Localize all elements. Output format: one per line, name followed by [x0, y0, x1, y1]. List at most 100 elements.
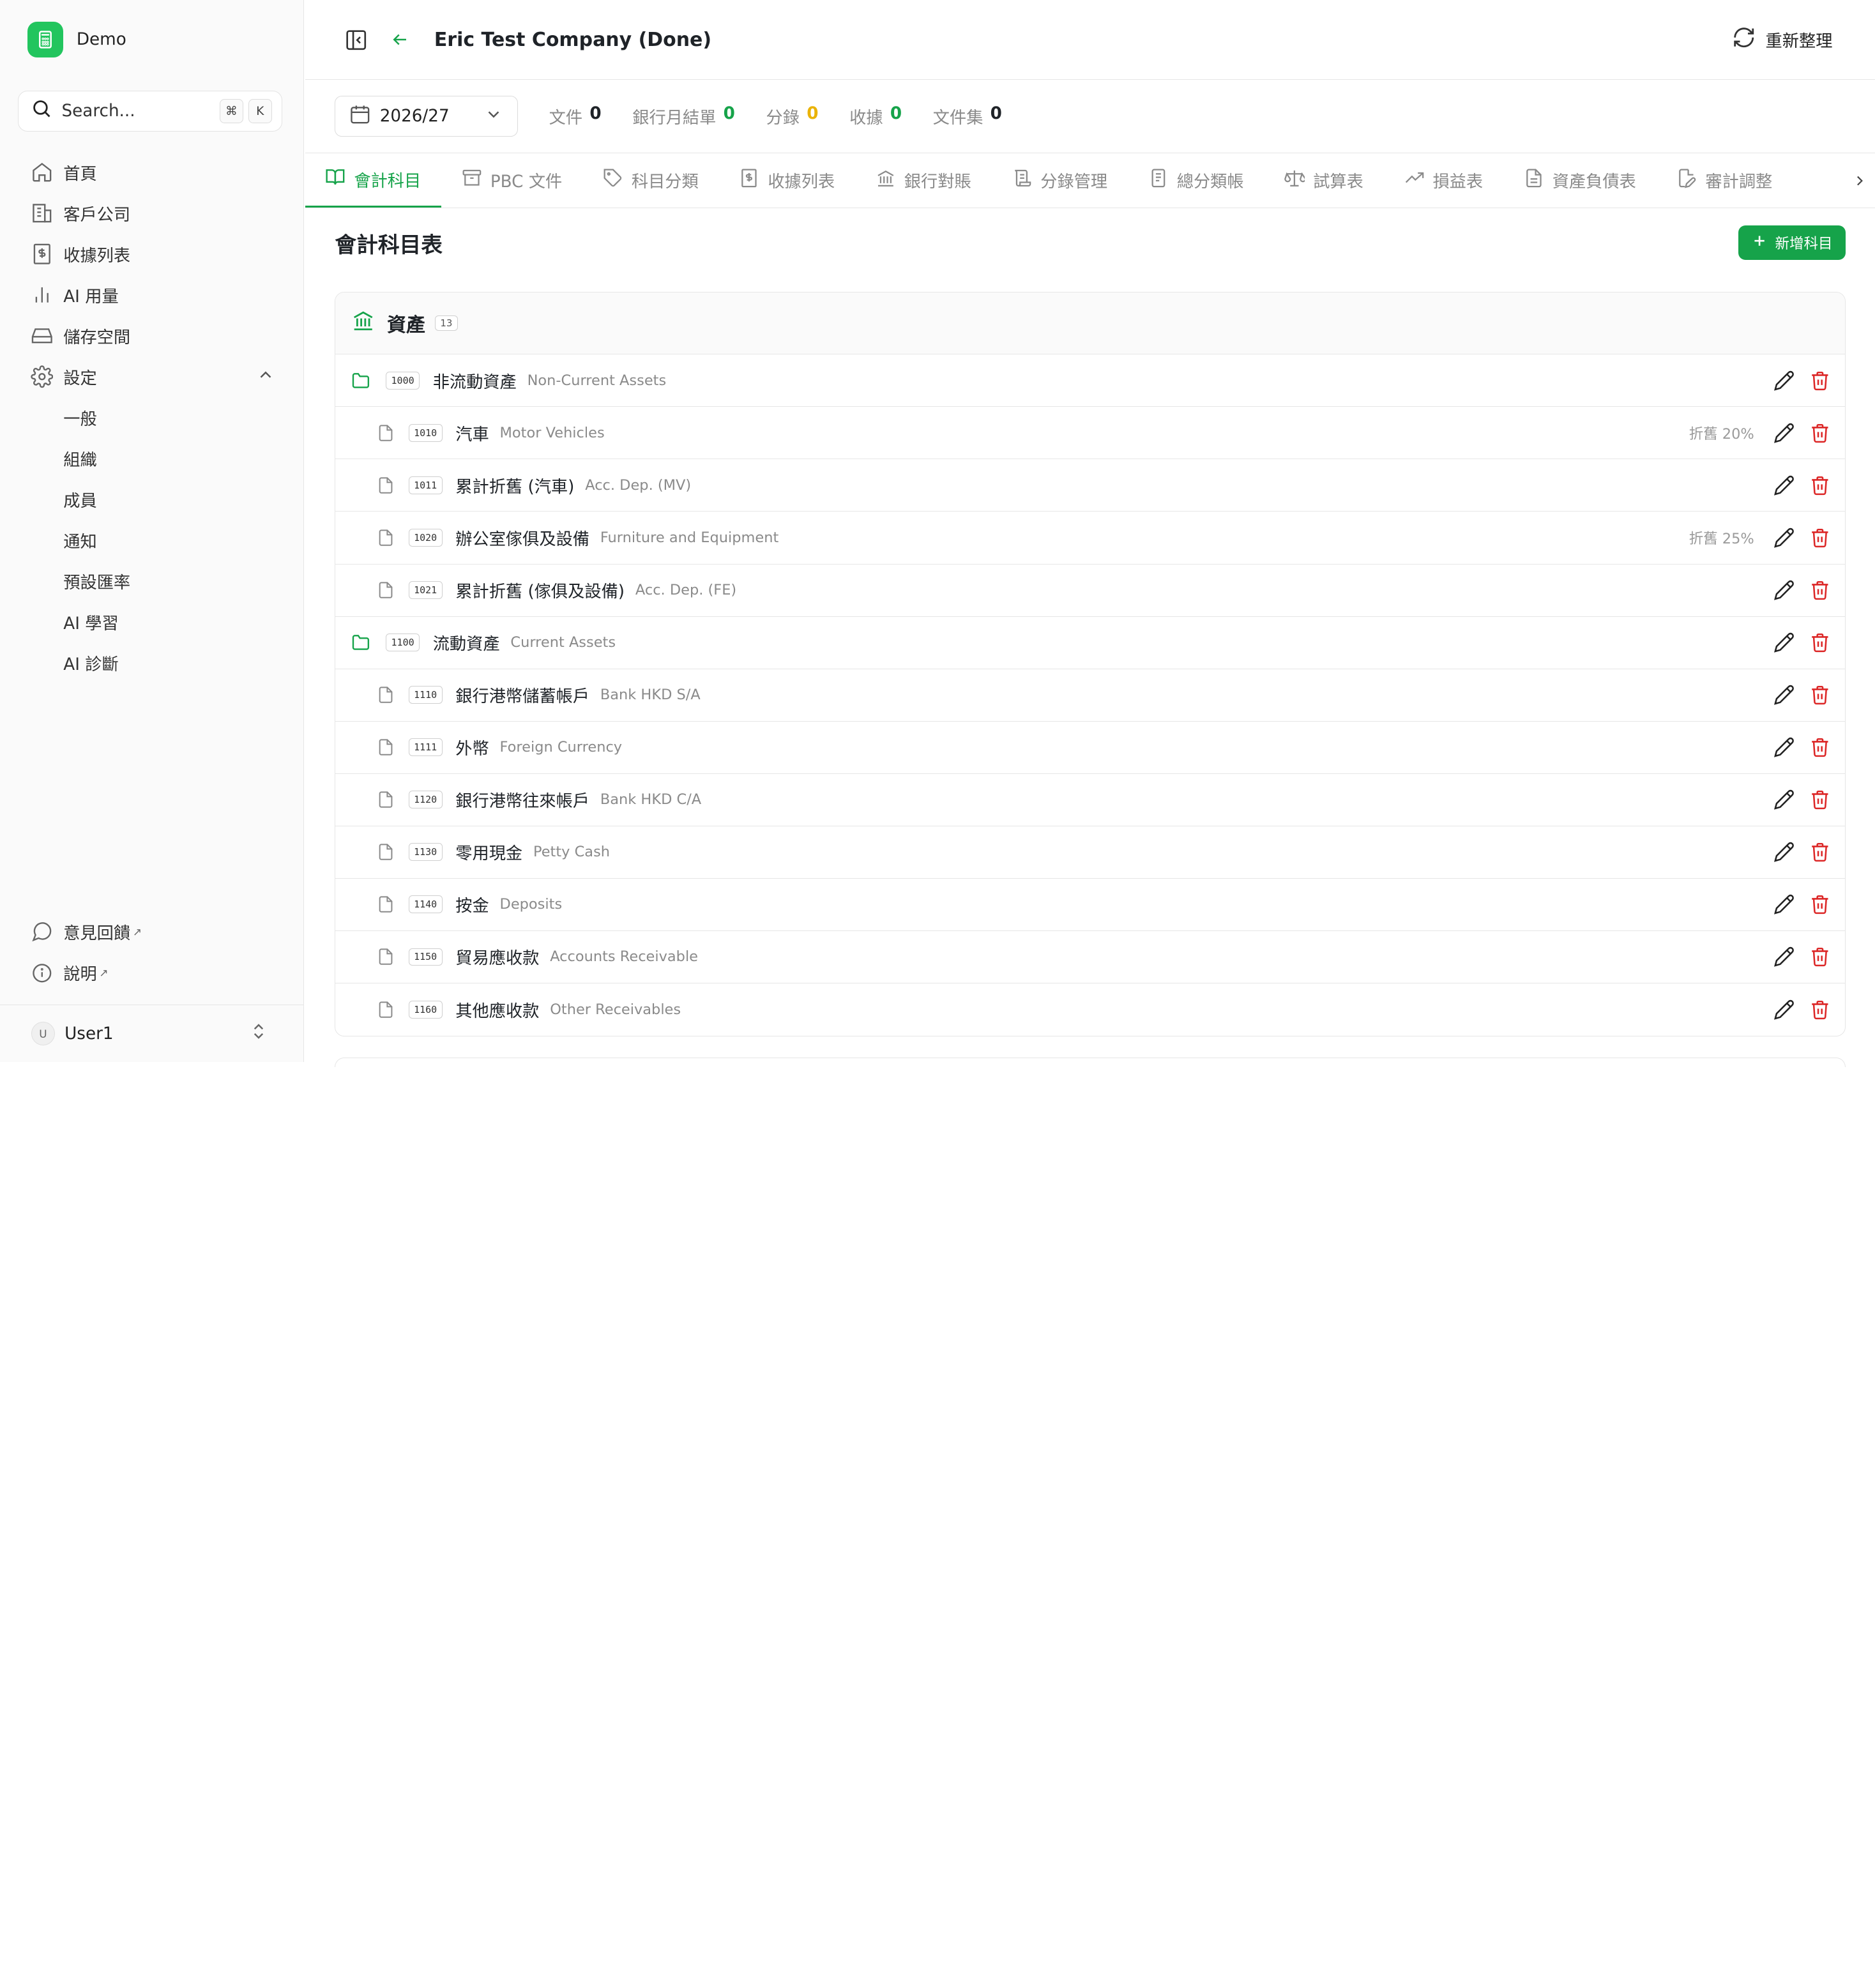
account-row[interactable]: 1140 按金 Deposits — [335, 879, 1846, 931]
edit-pencil-icon[interactable] — [1773, 632, 1795, 653]
delete-trash-icon[interactable] — [1809, 999, 1831, 1021]
refresh-button[interactable]: 重新整理 — [1732, 26, 1832, 54]
row-actions — [1773, 370, 1831, 391]
back-arrow-icon[interactable] — [389, 29, 411, 50]
add-account-button[interactable]: 新增科目 — [1738, 225, 1846, 261]
delete-trash-icon[interactable] — [1809, 474, 1831, 496]
account-code: 1021 — [408, 581, 443, 599]
account-group-row[interactable]: 1100 流動資產 Current Assets — [335, 617, 1846, 669]
sidebar-item-receipts[interactable]: 收據列表 — [18, 234, 287, 275]
tab-balance-sheet[interactable]: 資產負債表 — [1503, 153, 1657, 208]
delete-trash-icon[interactable] — [1809, 736, 1831, 758]
tab-chart-of-accounts[interactable]: 會計科目 — [305, 153, 442, 208]
category-header: 資產 13 — [335, 292, 1846, 355]
delete-trash-icon[interactable] — [1809, 684, 1831, 706]
delete-trash-icon[interactable] — [1809, 527, 1831, 549]
stat-value: 0 — [890, 104, 902, 124]
account-row[interactable]: 1110 銀行港幣儲蓄帳戶 Bank HKD S/A — [335, 669, 1846, 722]
delete-trash-icon[interactable] — [1809, 841, 1831, 863]
account-row[interactable]: 1160 其他應收款 Other Receivables — [335, 983, 1845, 1036]
row-actions — [1773, 736, 1831, 758]
tab-label: 科目分類 — [631, 172, 699, 192]
sidebar-item-storage[interactable]: 儲存空間 — [18, 315, 287, 356]
account-row[interactable]: 1010 汽車 Motor Vehicles 折舊 20% — [335, 407, 1846, 460]
delete-trash-icon[interactable] — [1809, 946, 1831, 967]
sidebar-item-ai-usage[interactable]: AI 用量 — [18, 275, 287, 315]
edit-pencil-icon[interactable] — [1773, 684, 1795, 706]
tab-label: 總分類帳 — [1176, 172, 1244, 192]
edit-pencil-icon[interactable] — [1773, 579, 1795, 601]
user-menu[interactable]: U User1 — [0, 1005, 304, 1062]
feedback-link[interactable]: 意見回饋 ↗ — [18, 911, 287, 952]
account-group-row[interactable]: 1000 非流動資產 Non-Current Assets — [335, 354, 1846, 407]
edit-pencil-icon[interactable] — [1773, 841, 1795, 863]
sidebar-item-clients[interactable]: 客戶公司 — [18, 193, 287, 234]
edit-pencil-icon[interactable] — [1773, 474, 1795, 496]
help-link[interactable]: 說明 ↗ — [18, 952, 287, 993]
sidebar-subitem-default-rates[interactable]: 預設匯率 — [18, 561, 287, 602]
sidebar-toggle-icon[interactable] — [344, 27, 370, 53]
main-area: Eric Test Company (Done) 重新整理 2026/27 文件… — [305, 0, 1875, 1068]
tab-bank-reconciliation[interactable]: 銀行對賬 — [855, 153, 991, 208]
edit-pencil-icon[interactable] — [1773, 893, 1795, 915]
delete-trash-icon[interactable] — [1809, 422, 1831, 444]
account-name-en: Current Assets — [510, 634, 616, 651]
account-row[interactable]: 1021 累計折舊 (傢俱及設備) Acc. Dep. (FE) — [335, 565, 1846, 617]
account-code: 1140 — [408, 895, 443, 913]
fiscal-year-select[interactable]: 2026/27 — [335, 96, 518, 137]
gear-icon — [30, 365, 54, 388]
tab-pbc-documents[interactable]: PBC 文件 — [441, 153, 582, 208]
sidebar-subitem-label: AI 學習 — [63, 614, 119, 634]
search-input[interactable]: Search... ⌘ K — [18, 91, 283, 132]
sidebar-subitem-organization[interactable]: 組織 — [18, 438, 287, 479]
account-row[interactable]: 1011 累計折舊 (汽車) Acc. Dep. (MV) — [335, 459, 1846, 512]
account-row[interactable]: 1150 貿易應收款 Accounts Receivable — [335, 931, 1846, 983]
delete-trash-icon[interactable] — [1809, 893, 1831, 915]
account-name-en: Acc. Dep. (MV) — [585, 476, 692, 494]
calendar-icon — [349, 103, 372, 130]
tab-account-categories[interactable]: 科目分類 — [582, 153, 718, 208]
external-link-icon: ↗ — [99, 966, 109, 980]
tab-label: 收據列表 — [768, 172, 835, 192]
delete-trash-icon[interactable] — [1809, 579, 1831, 601]
sidebar-subitem-label: 通知 — [63, 533, 97, 552]
edit-pencil-icon[interactable] — [1773, 789, 1795, 810]
chevron-up-icon[interactable] — [256, 365, 275, 389]
sidebar-subitem-ai-learning[interactable]: AI 學習 — [18, 602, 287, 642]
account-row[interactable]: 1130 零用現金 Petty Cash — [335, 826, 1846, 879]
sidebar-subitem-ai-diagnostics[interactable]: AI 診斷 — [18, 642, 287, 683]
edit-pencil-icon[interactable] — [1773, 736, 1795, 758]
plus-icon — [1751, 232, 1768, 253]
delete-trash-icon[interactable] — [1809, 632, 1831, 653]
account-row[interactable]: 1020 辦公室傢俱及設備 Furniture and Equipment 折舊 25… — [335, 512, 1846, 565]
edit-pencil-icon[interactable] — [1773, 370, 1795, 391]
tab-receipt-list[interactable]: 收據列表 — [719, 153, 855, 208]
delete-trash-icon[interactable] — [1809, 370, 1831, 391]
row-actions — [1773, 893, 1831, 915]
feedback-label: 意見回饋 — [63, 924, 131, 944]
tab-journal-management[interactable]: 分錄管理 — [992, 153, 1128, 208]
sidebar-subitem-notifications[interactable]: 通知 — [18, 520, 287, 561]
building-icon — [30, 201, 54, 225]
account-name-zh: 累計折舊 (汽車) — [455, 477, 575, 497]
tab-income-statement[interactable]: 損益表 — [1384, 153, 1503, 208]
account-row[interactable]: 1120 銀行港幣往來帳戶 Bank HKD C/A — [335, 774, 1846, 826]
brand[interactable]: Demo — [27, 21, 126, 57]
tab-trial-balance[interactable]: 試算表 — [1264, 153, 1383, 208]
delete-trash-icon[interactable] — [1809, 789, 1831, 810]
stat-label: 文件集 — [932, 109, 983, 128]
account-row[interactable]: 1111 外幣 Foreign Currency — [335, 722, 1846, 774]
stat-label: 文件 — [549, 109, 583, 128]
tab-audit-adjustments[interactable]: 審計調整 — [1657, 153, 1793, 208]
edit-pencil-icon[interactable] — [1773, 422, 1795, 444]
info-icon — [30, 961, 54, 985]
sidebar-subitem-general[interactable]: 一般 — [18, 397, 287, 438]
edit-pencil-icon[interactable] — [1773, 946, 1795, 967]
tabs-scroll-right-icon[interactable] — [1844, 153, 1875, 208]
edit-pencil-icon[interactable] — [1773, 527, 1795, 549]
edit-pencil-icon[interactable] — [1773, 999, 1795, 1021]
tab-general-ledger[interactable]: 總分類帳 — [1128, 153, 1264, 208]
sidebar-item-home[interactable]: 首頁 — [18, 152, 287, 193]
sidebar-subitem-members[interactable]: 成員 — [18, 479, 287, 520]
sidebar-item-settings[interactable]: 設定 — [18, 356, 287, 397]
